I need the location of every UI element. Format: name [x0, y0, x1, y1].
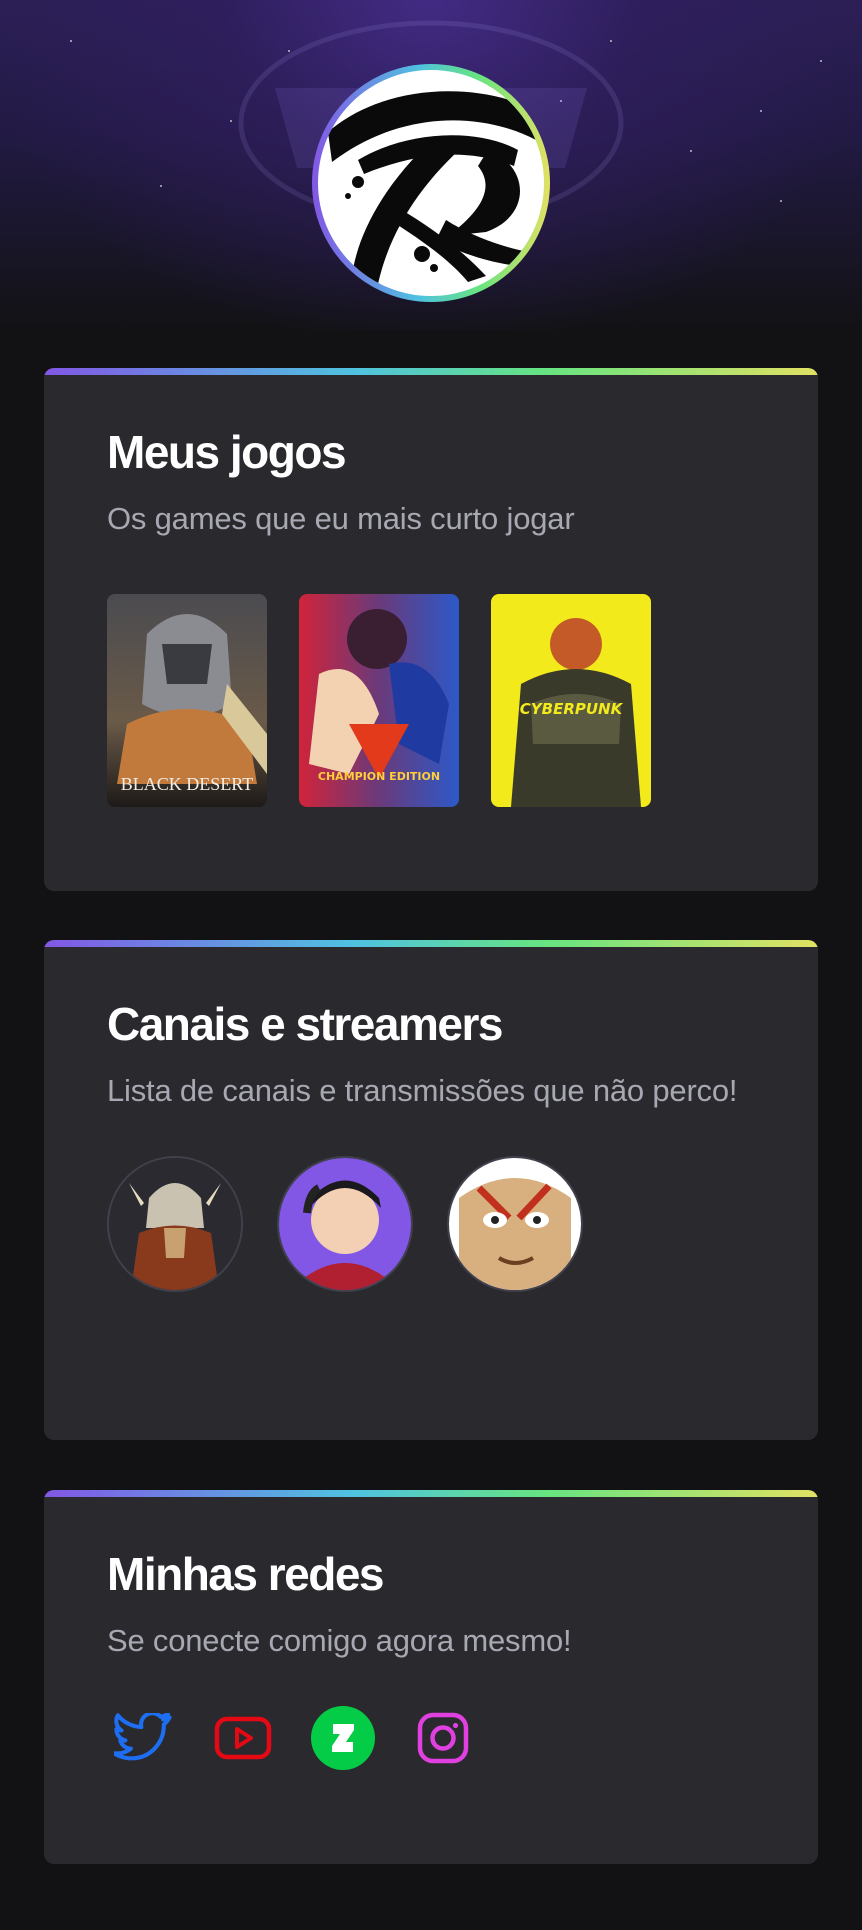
- socials-list: [111, 1706, 754, 1770]
- instagram-icon: [417, 1712, 469, 1764]
- socials-subtitle: Se conecte comigo agora mesmo!: [107, 1623, 572, 1658]
- channel-viking-avatar[interactable]: [107, 1156, 243, 1292]
- game-label: CHAMPION EDITION: [318, 770, 440, 783]
- r-brush-logo-icon: [328, 91, 536, 284]
- games-list: BLACK DESERT CHAMPION EDITION CYBERPUNK: [107, 594, 754, 807]
- channel-face-avatar[interactable]: [447, 1156, 583, 1292]
- channels-subtitle: Lista de canais e transmissões que não p…: [107, 1073, 738, 1108]
- game-street-fighter[interactable]: CHAMPION EDITION: [299, 594, 459, 807]
- games-card: Meus jogos Os games que eu mais curto jo…: [44, 368, 818, 891]
- socials-card: Minhas redes Se conecte comigo agora mes…: [44, 1490, 818, 1864]
- channels-list: [107, 1156, 754, 1292]
- youtube-icon: [214, 1716, 272, 1760]
- deviantart-icon: [311, 1706, 375, 1770]
- deviantart-link[interactable]: [311, 1706, 375, 1770]
- game-label: CYBERPUNK: [520, 700, 624, 718]
- channel-streamer-avatar[interactable]: [277, 1156, 413, 1292]
- socials-title: Minhas redes: [107, 1548, 385, 1600]
- games-subtitle: Os games que eu mais curto jogar: [107, 501, 575, 536]
- twitter-icon: [114, 1713, 172, 1761]
- channels-card: Canais e streamers Lista de canais e tra…: [44, 940, 818, 1440]
- channels-title: Canais e streamers: [107, 998, 503, 1050]
- game-label: BLACK DESERT: [121, 774, 253, 794]
- game-cyberpunk[interactable]: CYBERPUNK: [491, 594, 651, 807]
- profile-avatar[interactable]: [312, 64, 550, 302]
- game-black-desert[interactable]: BLACK DESERT: [107, 594, 267, 807]
- instagram-link[interactable]: [411, 1706, 475, 1770]
- hero-banner: [0, 0, 862, 330]
- twitter-link[interactable]: [111, 1706, 175, 1770]
- games-title: Meus jogos: [107, 426, 347, 478]
- youtube-link[interactable]: [211, 1706, 275, 1770]
